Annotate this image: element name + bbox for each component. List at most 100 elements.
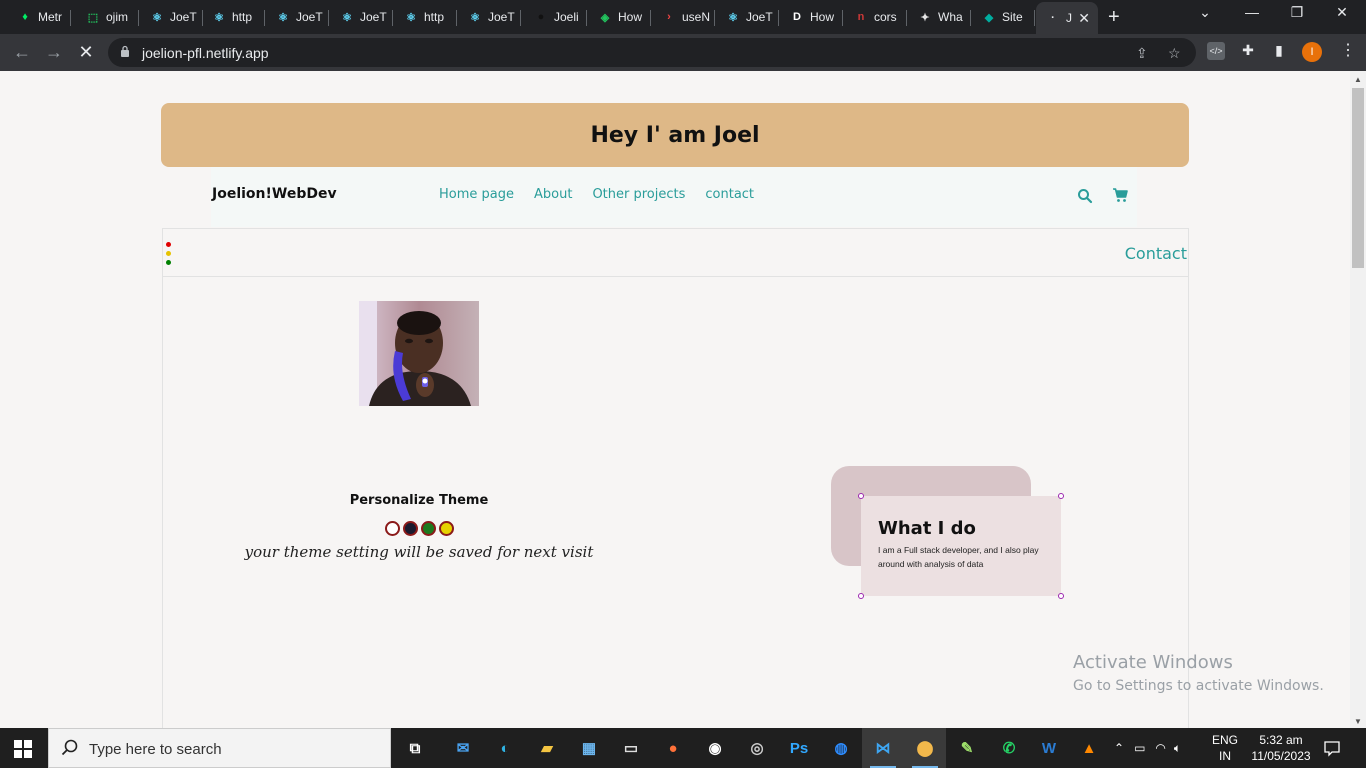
browser-menu-icon[interactable]: ⋮ <box>1340 40 1356 60</box>
shield-icon: ✦ <box>920 11 930 24</box>
scroll-up-arrow[interactable]: ▲ <box>1354 75 1362 84</box>
hero-title: Hey I' am Joel <box>590 122 760 148</box>
word-icon[interactable]: W <box>1028 728 1070 768</box>
zoom-icon[interactable]: ◍ <box>820 728 862 768</box>
volume-icon[interactable]: 🔈︎ <box>1174 741 1181 756</box>
close-window-button[interactable]: ✕ <box>1322 4 1362 21</box>
pen-tool-icon[interactable]: ✎ <box>946 728 988 768</box>
scrollbar-thumb[interactable] <box>1352 88 1364 268</box>
side-panel-icon[interactable]: ▮ <box>1270 42 1288 60</box>
profile-avatar[interactable]: I <box>1302 42 1322 62</box>
profile-photo <box>359 301 479 406</box>
theme-swatch-light[interactable] <box>385 521 400 536</box>
battery-icon[interactable]: ▭ <box>1134 741 1145 755</box>
windows-start-icon[interactable] <box>14 740 32 758</box>
system-clock[interactable]: 5:32 am 11/05/2023 <box>1248 732 1314 764</box>
theme-swatch-green[interactable] <box>421 521 436 536</box>
resize-handle-bottom-right[interactable] <box>1058 593 1064 599</box>
browser-tab-label: JoeT <box>746 10 773 24</box>
site-brand[interactable]: Joelion!WebDev <box>212 186 337 202</box>
share-icon[interactable]: ⇪ <box>1136 45 1148 62</box>
nav-link-home[interactable]: Home page <box>439 187 514 202</box>
address-bar[interactable]: joelion-pfl.netlify.app ⇪ ☆ <box>108 38 1196 67</box>
task-view-icon[interactable]: ⧉ <box>394 728 436 768</box>
browser-tab[interactable]: ⬚ ojim <box>76 4 134 30</box>
browser-tab-strip: + ⌄ — ❐ ✕ ♦ Metr ⬚ ojim ⚛ JoeT ⚛ http ⚛ JoeT ⚛ JoeT… <box>0 0 1366 34</box>
new-tab-button[interactable]: + <box>1108 6 1120 29</box>
mail-icon[interactable]: ✉ <box>442 728 484 768</box>
browser-tab[interactable]: › useN <box>652 4 710 30</box>
theme-swatch-dark[interactable] <box>403 521 418 536</box>
terminal-icon[interactable]: ▭ <box>610 728 652 768</box>
browser-tab[interactable]: ⚛ JoeT <box>266 4 324 30</box>
clock-date: 11/05/2023 <box>1251 749 1311 763</box>
npm-icon: n <box>857 11 865 23</box>
language-indicator[interactable]: ENG IN <box>1210 732 1240 764</box>
resize-handle-top-right[interactable] <box>1058 493 1064 499</box>
file-explorer-icon[interactable]: ▰ <box>526 728 568 768</box>
store-icon[interactable]: ▦ <box>568 728 610 768</box>
browser-tab-label: J <box>1066 11 1072 25</box>
card-description: I am a Full stack developer, and I also … <box>878 545 1039 569</box>
maximize-button[interactable]: ❐ <box>1277 4 1317 21</box>
status-dot-green <box>166 260 171 265</box>
theme-swatch-yellow[interactable] <box>439 521 454 536</box>
browser-tab-label: How <box>810 10 835 24</box>
close-tab-icon[interactable]: ✕ <box>1078 10 1090 27</box>
browser-tab[interactable]: · J ✕ <box>1036 2 1098 34</box>
browser-tab[interactable]: ⚛ http <box>394 4 452 30</box>
hero-banner: Hey I' am Joel <box>161 103 1189 167</box>
browser-tab[interactable]: ✦ Wha <box>908 4 966 30</box>
nav-link-contact[interactable]: contact <box>705 187 754 202</box>
firefox-icon[interactable]: ● <box>652 728 694 768</box>
edge-icon[interactable]: ◐ <box>484 728 526 768</box>
resize-handle-top-left[interactable] <box>858 493 864 499</box>
taskbar-search-placeholder: Type here to search <box>89 741 222 758</box>
taskbar-search[interactable]: Type here to search <box>48 728 391 768</box>
nav-link-about[interactable]: About <box>534 187 572 202</box>
browser-tab[interactable]: D How <box>780 4 838 30</box>
diamond-icon: ◆ <box>984 11 994 24</box>
nav-links: Home page About Other projects contact <box>439 187 754 202</box>
notifications-icon[interactable] <box>1323 739 1341 757</box>
obs-icon[interactable]: ◉ <box>694 728 736 768</box>
tab-search-button[interactable]: ⌄ <box>1185 4 1225 21</box>
windows-taskbar: Type here to search ⧉ ✉ ◐ ▰ ▦ ▭ ● ◉ ◎ Ps… <box>0 728 1366 768</box>
browser-tab[interactable]: ⚛ JoeT <box>140 4 198 30</box>
url-text: joelion-pfl.netlify.app <box>142 45 269 61</box>
tab-separator <box>392 10 393 26</box>
devtools-extension-icon[interactable]: </> <box>1207 42 1225 60</box>
browser-tab[interactable]: ◈ How <box>588 4 646 30</box>
vscode-icon[interactable]: ⋈ <box>862 728 904 768</box>
browser-tab[interactable]: ⚛ JoeT <box>458 4 516 30</box>
back-button[interactable]: ← <box>10 42 34 62</box>
cart-icon[interactable] <box>1112 187 1128 203</box>
bookmark-star-icon[interactable]: ☆ <box>1168 45 1181 62</box>
contact-link[interactable]: Contact <box>1125 244 1187 263</box>
resize-handle-bottom-left[interactable] <box>858 593 864 599</box>
status-dot-yellow <box>166 251 171 256</box>
photoshop-icon[interactable]: Ps <box>778 728 820 768</box>
browser-tab[interactable]: ⚛ JoeT <box>716 4 774 30</box>
browser-tab[interactable]: ● Joeli <box>524 4 582 30</box>
minimize-button[interactable]: — <box>1232 4 1272 20</box>
aperture-icon[interactable]: ◎ <box>736 728 778 768</box>
wifi-icon[interactable]: ◠ <box>1155 741 1165 755</box>
browser-tab[interactable]: n cors <box>844 4 902 30</box>
forward-button[interactable]: → <box>42 42 66 62</box>
browser-tab[interactable]: ⚛ JoeT <box>330 4 388 30</box>
scroll-down-arrow[interactable]: ▼ <box>1354 717 1362 726</box>
page-scrollbar[interactable]: ▲ ▼ <box>1350 71 1366 728</box>
extensions-puzzle-icon[interactable]: ✚ <box>1239 42 1257 60</box>
react-icon: ⚛ <box>278 11 288 24</box>
tray-expand-icon[interactable]: ⌃ <box>1114 741 1124 755</box>
whatsapp-icon[interactable]: ✆ <box>988 728 1030 768</box>
vlc-icon[interactable]: ▲ <box>1068 728 1110 768</box>
chrome-icon[interactable]: ⬤ <box>904 728 946 768</box>
search-icon[interactable] <box>1077 188 1093 204</box>
browser-tab[interactable]: ⚛ http <box>202 4 260 30</box>
browser-tab[interactable]: ◆ Site <box>972 4 1030 30</box>
nav-link-other-projects[interactable]: Other projects <box>592 187 685 202</box>
browser-tab[interactable]: ♦ Metr <box>8 4 66 30</box>
stop-loading-button[interactable]: ✕ <box>74 42 98 62</box>
